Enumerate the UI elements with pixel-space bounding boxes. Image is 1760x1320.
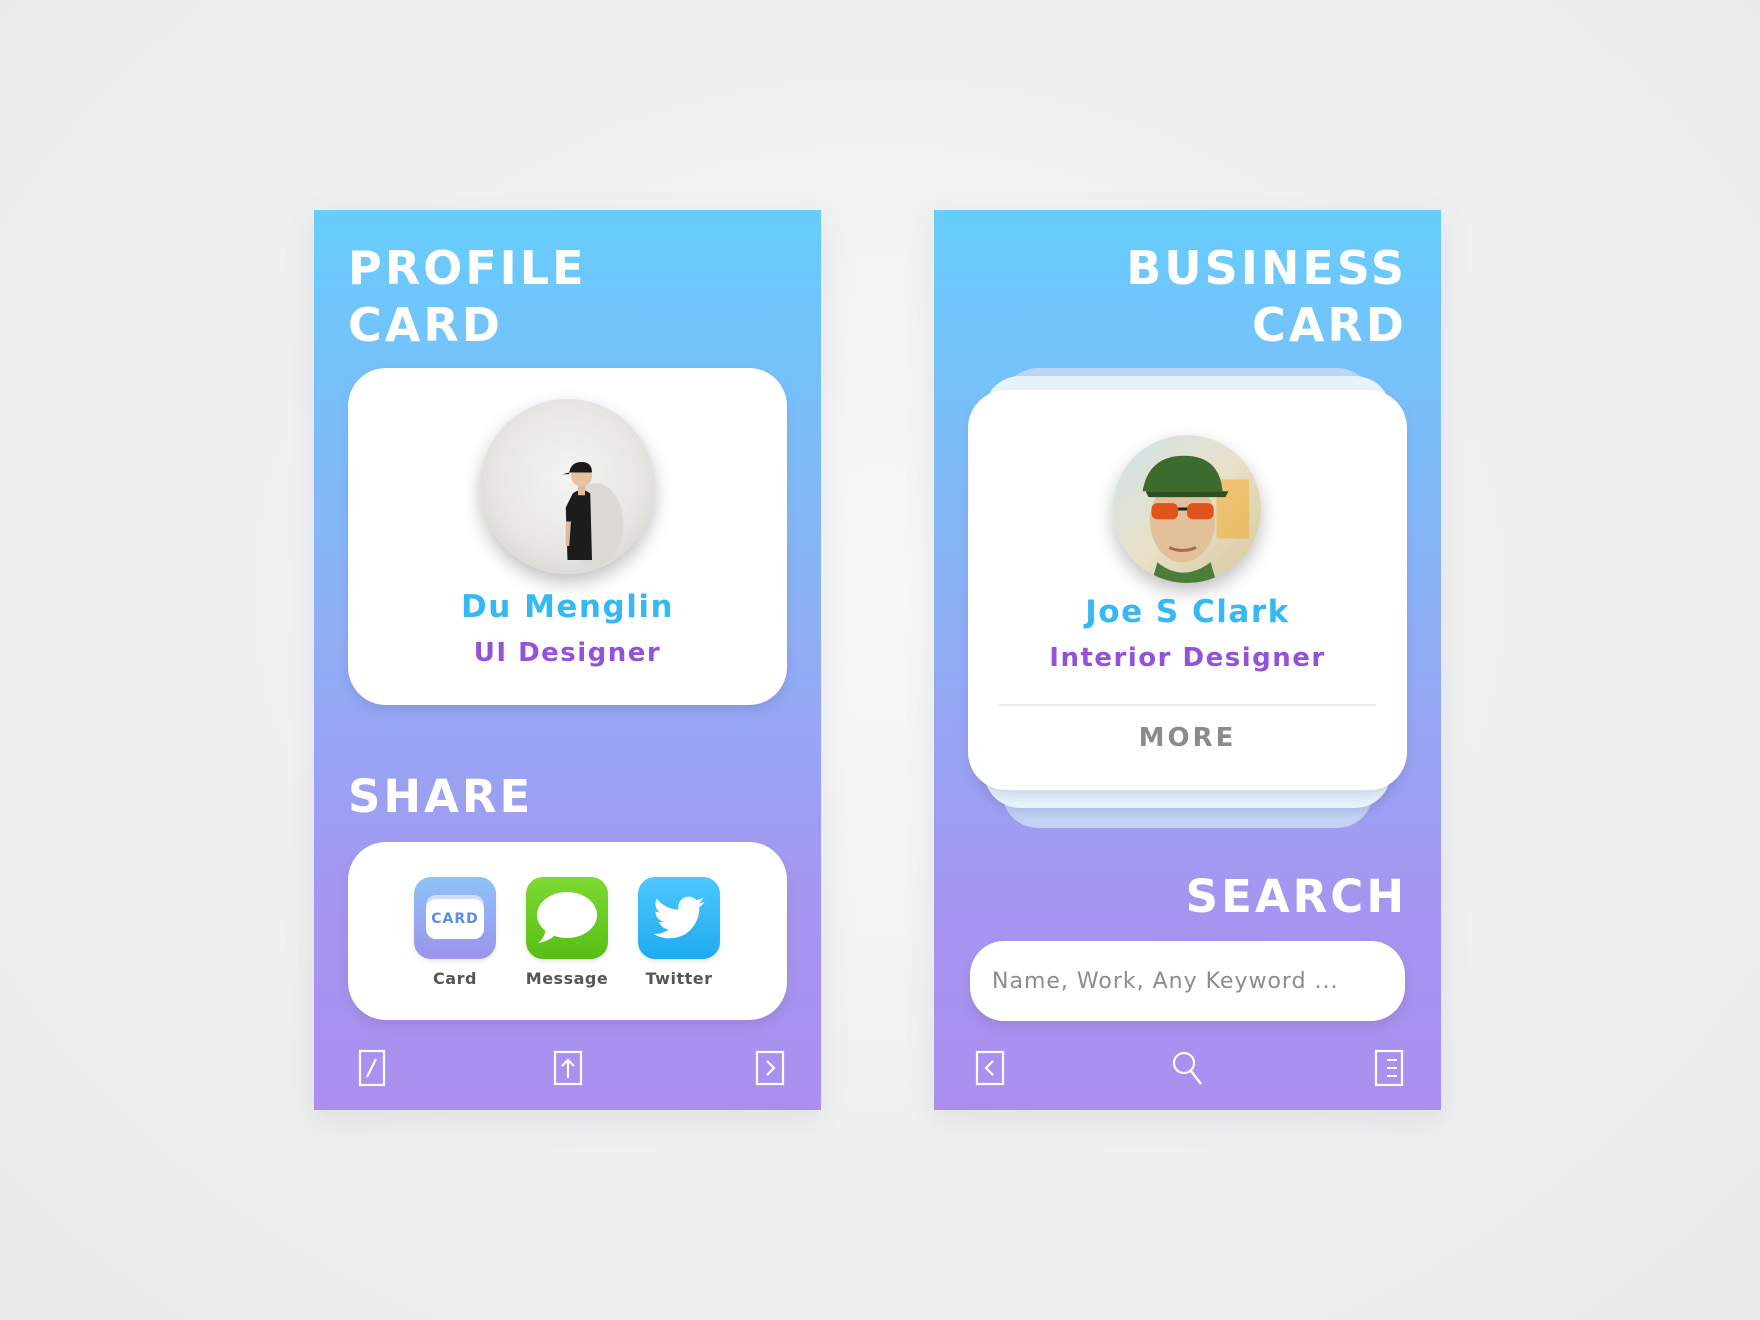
card-app-icon-text: CARD	[431, 911, 479, 927]
profile-card[interactable]: Du Menglin UI Designer	[348, 368, 787, 705]
list-icon[interactable]	[1368, 1048, 1408, 1088]
profile-avatar	[480, 399, 655, 574]
search-icon[interactable]	[1168, 1048, 1208, 1088]
share-twitter-button[interactable]: Twitter	[637, 877, 721, 988]
person-photo	[1113, 435, 1261, 583]
more-button[interactable]: MORE	[968, 723, 1407, 753]
business-avatar	[1113, 435, 1261, 583]
title-line-1: PROFILE	[348, 241, 587, 295]
profile-name: Du Menglin	[460, 589, 675, 625]
business-role: Interior Designer	[1049, 643, 1326, 673]
share-message-button[interactable]: Message	[525, 877, 609, 988]
share-label-message: Message	[525, 969, 609, 988]
back-icon[interactable]	[971, 1048, 1011, 1088]
speech-bubble-icon	[537, 892, 597, 943]
share-panel: CARD Card Message Twitter	[348, 842, 787, 1020]
edit-icon[interactable]	[352, 1048, 392, 1088]
share-label-twitter: Twitter	[645, 969, 713, 988]
profile-screen-title: PROFILE CARD	[348, 240, 587, 354]
card-divider	[999, 704, 1376, 706]
search-input[interactable]	[970, 941, 1405, 1021]
profile-card-screen: PROFILE CARD Du Menglin UI Designer SHAR…	[314, 210, 821, 1110]
share-card-button[interactable]: CARD Card	[413, 877, 497, 988]
business-card-screen: BUSINESS CARD Joe S Clark Interior Desig…	[934, 210, 1441, 1110]
forward-icon[interactable]	[749, 1048, 789, 1088]
business-name: Joe S Clark	[1085, 594, 1290, 630]
business-card[interactable]: Joe S Clark Interior Designer MORE	[968, 390, 1407, 790]
message-app-icon	[526, 877, 608, 959]
share-upload-icon[interactable]	[548, 1048, 588, 1088]
search-title: SEARCH	[1185, 870, 1407, 923]
business-screen-title: BUSINESS CARD	[1126, 240, 1407, 354]
twitter-bird-icon	[653, 896, 705, 939]
card-app-badge: CARD	[426, 899, 484, 939]
twitter-app-icon	[638, 877, 720, 959]
share-label-card: Card	[433, 969, 477, 988]
card-app-icon: CARD	[414, 877, 496, 959]
title-line-2: CARD	[1252, 298, 1407, 352]
profile-role: UI Designer	[473, 638, 662, 668]
person-photo	[480, 399, 655, 574]
title-line-1: BUSINESS	[1126, 241, 1407, 295]
title-line-2: CARD	[348, 298, 503, 352]
share-title: SHARE	[348, 770, 534, 823]
